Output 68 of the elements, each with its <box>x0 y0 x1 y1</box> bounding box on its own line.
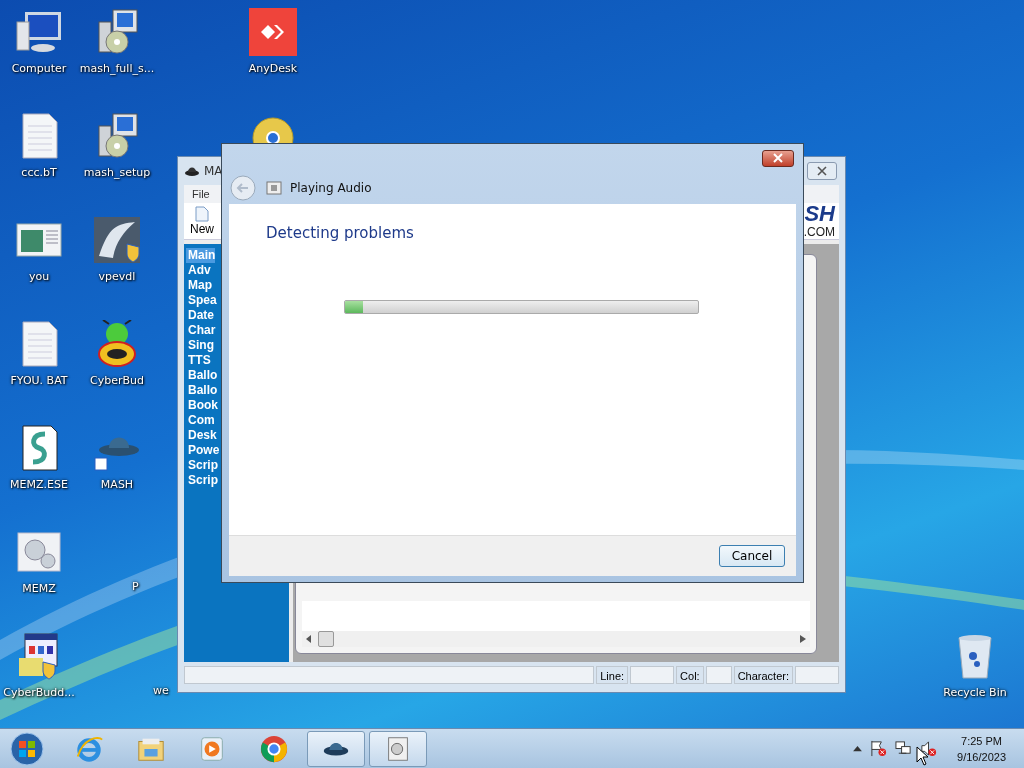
status-field <box>630 666 675 684</box>
sidebar-item[interactable]: Map <box>186 278 212 293</box>
close-icon <box>817 166 827 176</box>
menu-item[interactable]: File <box>192 188 210 200</box>
icon-label: mash_setup <box>83 166 151 179</box>
anydesk-icon[interactable] <box>249 8 297 56</box>
icon-label: Recycle Bin <box>943 686 1007 699</box>
network-icon[interactable] <box>895 740 913 757</box>
icon-label: ccc.bT <box>21 166 57 179</box>
troubleshooter-icon <box>266 180 282 196</box>
icon-label: vpevdl <box>98 270 136 283</box>
icon-label: MEMZ <box>22 582 56 595</box>
chrome-icon <box>259 734 289 764</box>
start-button[interactable] <box>9 731 45 767</box>
icon-label: mash_full_s... <box>79 62 155 75</box>
sidebar-item[interactable]: Main <box>186 248 216 263</box>
sidebar-item[interactable]: Ballo <box>186 383 218 398</box>
new-file-icon <box>195 206 209 222</box>
logo-text: .COM <box>803 225 835 239</box>
icon-label: AnyDesk <box>248 62 298 75</box>
sidebar-item[interactable]: Adv <box>186 263 211 278</box>
icon-label: Computer <box>11 62 67 75</box>
toolbar-button[interactable]: New <box>184 206 214 236</box>
status-field <box>705 666 732 684</box>
logo-text: SH <box>804 203 835 225</box>
status-heading: Detecting problems <box>266 224 415 242</box>
icon-label: CyberBudd... <box>3 686 75 699</box>
sidebar-item[interactable]: Desk <box>186 428 217 443</box>
icon-label: MASH <box>100 478 134 491</box>
sidebar-item[interactable]: Powe <box>186 443 220 458</box>
icon-label: MEMZ.ESE <box>10 478 68 491</box>
sidebar-item[interactable]: Date <box>186 308 214 323</box>
status-field <box>795 666 839 684</box>
speaker-muted-icon[interactable] <box>920 740 938 757</box>
status-label: Character: <box>733 666 793 684</box>
status-label: Line: <box>596 666 629 684</box>
sidebar-item[interactable]: Scrip <box>186 458 218 473</box>
sidebar-item[interactable]: Com <box>186 413 215 428</box>
sidebar-item[interactable]: Scrip <box>186 473 218 488</box>
window-title: MA <box>204 164 223 178</box>
browser-e-icon <box>74 734 104 764</box>
icon-label: you <box>28 270 50 283</box>
flag-warning-icon[interactable] <box>870 740 888 757</box>
cancel-button[interactable]: Cancel <box>719 545 785 567</box>
sidebar-item[interactable]: TTS <box>186 353 211 368</box>
clock[interactable]: 7:25 PM 9/16/2023 <box>957 732 1006 765</box>
close-button[interactable] <box>762 149 794 167</box>
cursor-icon <box>916 746 928 766</box>
shield-app-icon[interactable] <box>93 216 141 264</box>
scroll-left-icon[interactable] <box>306 635 312 643</box>
status-label: Col: <box>676 666 704 684</box>
icon-label: CyberBud <box>90 374 144 387</box>
scroll-thumb[interactable] <box>318 631 334 647</box>
sidebar-item[interactable]: Book <box>186 398 218 413</box>
icon-label: FYOU. BAT <box>10 374 68 387</box>
sidebar-item[interactable]: Sing <box>186 338 214 353</box>
sidebar-item[interactable]: Ballo <box>186 368 218 383</box>
close-icon <box>773 153 783 163</box>
dialog-title: Playing Audio <box>290 181 372 195</box>
icon-label: P <box>132 580 139 593</box>
scroll-right-icon[interactable] <box>800 635 806 643</box>
taskbar-button[interactable] <box>307 731 365 767</box>
icon-label: we <box>153 684 169 697</box>
horizontal-scrollbar[interactable] <box>302 631 810 647</box>
show-hidden-icons-icon[interactable] <box>853 745 863 752</box>
sidebar-item[interactable]: Char <box>186 323 216 338</box>
close-button[interactable] <box>807 162 837 180</box>
sidebar-item[interactable]: Spea <box>186 293 217 308</box>
